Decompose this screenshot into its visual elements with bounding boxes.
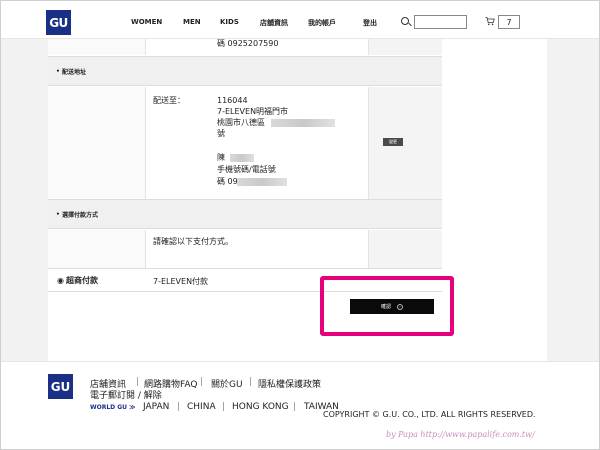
site-header: GU WOMEN MEN KIDS 店舖資訊 我的帳戶 登出 7 — [1, 1, 599, 39]
gu-logo[interactable]: GU — [46, 10, 71, 35]
highlight-box — [320, 276, 454, 336]
redacted-phone — [237, 178, 287, 186]
zip-code: 116044 — [217, 96, 248, 105]
redacted-name — [230, 154, 254, 162]
payment-section-header: • 選擇付款方式 — [48, 199, 442, 229]
footer-link-privacy[interactable]: 隱私權保護政策 — [258, 377, 321, 390]
address-tail: 號 — [217, 129, 225, 138]
nav-logout[interactable]: 登出 — [363, 18, 377, 28]
shipping-action-cell — [368, 87, 442, 199]
footer-separator: | — [136, 377, 140, 387]
address-line: 桃園市八德區 — [217, 118, 265, 127]
footer-separator: | — [222, 402, 226, 412]
change-address-button[interactable]: 變更 — [383, 138, 403, 146]
footer-gu-logo[interactable]: GU — [48, 374, 73, 399]
copyright-text: COPYRIGHT © G.U. CO., LTD. ALL RIGHTS RE… — [323, 410, 536, 419]
footer-link-about[interactable]: 關於GU — [211, 377, 243, 390]
footer-separator: | — [293, 402, 297, 412]
country-japan[interactable]: JAPAN — [143, 402, 169, 412]
redacted-address — [271, 119, 335, 127]
country-hong-kong[interactable]: HONG KONG — [232, 402, 289, 412]
ship-to-label: 配送至： — [153, 96, 185, 105]
payment-note-action-cell — [368, 230, 442, 268]
nav-women[interactable]: WOMEN — [131, 18, 162, 26]
footer-link-newsletter[interactable]: 電子郵訂閱 / 解除 — [90, 388, 162, 401]
radio-icon[interactable]: ◉ — [57, 277, 64, 285]
row-action-cell — [368, 39, 442, 55]
footer-separator: | — [200, 377, 204, 387]
nav-my-account[interactable]: 我的帳戶 — [308, 18, 336, 28]
payment-method-label[interactable]: 超商付款 — [66, 277, 98, 285]
payment-note-label-cell — [48, 230, 146, 268]
footer-separator: | — [177, 402, 181, 412]
search-input[interactable] — [414, 15, 467, 29]
payment-note: 請確認以下支付方式。 — [153, 237, 233, 246]
shipping-label-cell — [48, 87, 146, 199]
nav-kids[interactable]: KIDS — [220, 18, 239, 26]
store-name: 7-ELEVEN明福門市 — [217, 107, 289, 116]
shipping-section-title: 配送地址 — [61, 68, 86, 76]
browser-frame: GU WOMEN MEN KIDS 店舖資訊 我的帳戶 登出 7 碼 09252… — [0, 0, 600, 450]
footer-separator: | — [249, 377, 253, 387]
nav-store-info[interactable]: 店舖資訊 — [260, 18, 288, 28]
cart-icon[interactable] — [485, 16, 495, 26]
nav-men[interactable]: MEN — [183, 18, 201, 26]
phone-label: 手機號碼/電話號 — [217, 165, 276, 174]
watermark-text: by Papa http://www.papalife.com.tw/ — [386, 430, 535, 439]
top-phone-text: 碼 0925207590 — [217, 39, 279, 48]
world-gu-label: WORLD GU ≫ — [90, 404, 136, 411]
search-icon[interactable] — [401, 17, 409, 25]
shipping-section-header: • 配送地址 — [48, 56, 442, 86]
phone-number: 碼 09 — [217, 177, 238, 186]
country-china[interactable]: CHINA — [187, 402, 216, 412]
payment-section-title: 選擇付款方式 — [61, 211, 98, 219]
right-margin — [547, 39, 599, 361]
row-label-cell — [48, 39, 146, 55]
left-margin — [1, 39, 48, 361]
payment-method-value: 7-ELEVEN付款 — [153, 277, 209, 286]
cart-count[interactable]: 7 — [498, 15, 520, 29]
recipient-name: 陳 — [217, 153, 225, 162]
